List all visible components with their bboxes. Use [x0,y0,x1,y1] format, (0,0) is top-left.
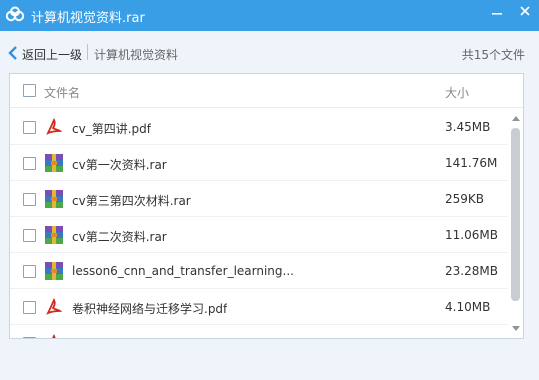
table-row[interactable] [10,325,508,338]
close-icon [520,6,530,16]
file-rows: cv_第四讲.pdf 3.45MB cv第一次资料.rar 141.76M cv… [10,109,508,338]
file-name: cv_第四讲.pdf [72,122,151,136]
pdf-icon [45,333,63,338]
file-size: 23.28MB [445,264,498,278]
navigation-bar: 返回上一级 计算机视觉资料 共15个文件 [0,31,539,73]
table-row[interactable]: 卷积神经网络与迁移学习.pdf 4.10MB [10,289,508,325]
row-checkbox[interactable] [23,193,36,206]
rar-icon [45,262,63,280]
file-name: 卷积神经网络与迁移学习.pdf [72,302,228,316]
scroll-thumb[interactable] [511,128,520,301]
file-name: cv第二次资料.rar [72,230,167,244]
table-row[interactable]: lesson6_cnn_and_transfer_learning... 23.… [10,253,508,289]
minimize-button[interactable] [483,0,511,22]
file-name: cv第一次资料.rar [72,158,167,172]
table-row[interactable]: cv第一次资料.rar 141.76M [10,145,508,181]
minimize-icon [492,13,502,15]
vertical-scrollbar[interactable] [509,109,523,338]
file-size: 3.45MB [445,120,491,134]
chevron-left-icon[interactable] [8,46,18,60]
column-header-name: 文件名 [44,86,81,100]
table-header: 文件名 大小 [10,74,523,108]
column-header-size: 大小 [445,86,470,100]
cloud-app-icon [5,6,25,24]
file-name: lesson6_cnn_and_transfer_learning... [72,264,294,278]
rar-icon [45,226,63,244]
file-count-label: 共15个文件 [461,48,525,62]
file-size: 4.10MB [445,300,491,314]
breadcrumb-current-folder: 计算机视觉资料 [94,48,179,62]
back-button[interactable]: 返回上一级 [22,46,82,63]
row-checkbox[interactable] [23,121,36,134]
title-bar: 计算机视觉资料.rar [0,0,539,31]
row-checkbox[interactable] [23,229,36,242]
file-size: 141.76M [445,156,498,170]
table-row[interactable]: cv_第四讲.pdf 3.45MB [10,109,508,145]
close-button[interactable] [511,0,539,22]
file-size: 259KB [445,192,485,206]
window-title: 计算机视觉资料.rar [31,11,145,26]
rar-icon [45,190,63,208]
row-checkbox[interactable] [23,337,36,338]
file-list-panel: 文件名 大小 cv_第四讲.pdf 3.45MB cv第一次资料.rar 141… [9,73,524,339]
select-all-checkbox[interactable] [23,84,36,97]
pdf-icon [45,117,63,136]
row-checkbox[interactable] [23,157,36,170]
breadcrumb-divider [87,44,88,60]
pdf-icon [45,297,63,316]
table-row[interactable]: cv第三第四次材料.rar 259KB [10,181,508,217]
file-name: cv第三第四次材料.rar [72,194,191,208]
row-checkbox[interactable] [23,301,36,314]
file-size: 11.06MB [445,228,498,242]
scroll-down-arrow-icon[interactable] [512,326,520,331]
rar-icon [45,154,63,172]
table-row[interactable]: cv第二次资料.rar 11.06MB [10,217,508,253]
row-checkbox[interactable] [23,265,36,278]
scroll-up-arrow-icon[interactable] [512,116,520,121]
